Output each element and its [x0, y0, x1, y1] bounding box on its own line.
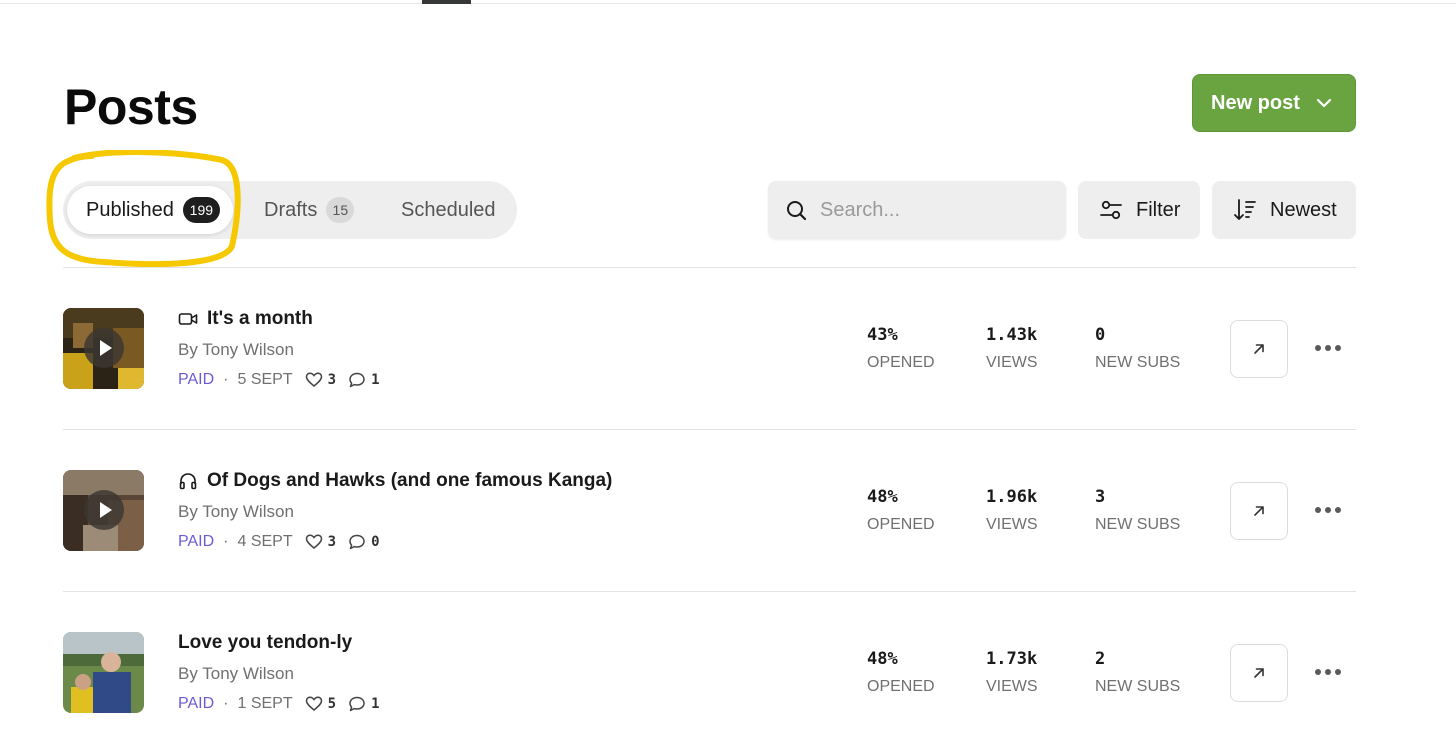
- post-author: By Tony Wilson: [178, 340, 294, 359]
- views-count: 1.73k: [986, 649, 1038, 669]
- likes-count: 3: [327, 534, 337, 550]
- new-subs-count: 2: [1095, 649, 1106, 669]
- count-badge: 15: [326, 197, 355, 223]
- post-thumbnail[interactable]: [63, 470, 144, 551]
- tab-drafts[interactable]: Drafts 15: [264, 181, 355, 239]
- opened-label: OPENED: [867, 516, 935, 533]
- post-row[interactable]: Of Dogs and Hawks (and one famous Kanga)…: [63, 430, 1356, 591]
- thumbnail-image: [63, 632, 144, 713]
- access-label: PAID: [178, 371, 215, 388]
- separator-dot: ·: [223, 695, 229, 712]
- post-row[interactable]: Love you tendon-ly By Tony Wilson PAID ·…: [63, 592, 1356, 743]
- access-label: PAID: [178, 533, 215, 550]
- new-subs-label: NEW SUBS: [1095, 516, 1181, 533]
- opened-label: OPENED: [867, 678, 935, 695]
- post-thumbnail[interactable]: [63, 308, 144, 389]
- likes-count: 5: [327, 696, 337, 712]
- video-icon: [178, 313, 198, 325]
- opened-label: OPENED: [867, 354, 935, 371]
- post-title[interactable]: Of Dogs and Hawks (and one famous Kanga): [178, 470, 612, 492]
- separator-dot: ·: [223, 371, 229, 388]
- tab-label: Scheduled: [401, 198, 496, 221]
- opened-rate: 48%: [867, 649, 898, 669]
- separator-dot: ·: [223, 533, 229, 550]
- views-label: VIEWS: [986, 516, 1038, 533]
- search-box: [768, 181, 1066, 239]
- tab-label: Drafts: [264, 198, 318, 221]
- filter-sliders-icon: [1100, 200, 1122, 220]
- tab-label: Published: [86, 198, 174, 221]
- opened-rate: 43%: [867, 325, 898, 345]
- new-subs-label: NEW SUBS: [1095, 354, 1181, 371]
- search-icon: [787, 201, 807, 221]
- tab-scheduled[interactable]: Scheduled: [401, 181, 496, 239]
- post-meta: PAID · 4 SEPT 3 0: [178, 533, 380, 551]
- heart-icon: [305, 534, 322, 549]
- arrow-up-right-icon: [1254, 668, 1264, 678]
- post-date: 4 SEPT: [237, 533, 293, 550]
- post-meta: PAID · 5 SEPT 3 1: [178, 371, 380, 389]
- sort-label: Newest: [1270, 198, 1337, 221]
- new-post-button[interactable]: New post: [1192, 74, 1356, 132]
- play-icon: [84, 328, 124, 368]
- post-title-text: It's a month: [207, 308, 313, 329]
- filter-label: Filter: [1136, 198, 1181, 221]
- chevron-down-icon: [1316, 98, 1332, 108]
- open-post-button[interactable]: [1230, 320, 1288, 378]
- more-options-button[interactable]: [1313, 662, 1343, 682]
- tab-published[interactable]: Published 199: [67, 186, 233, 234]
- more-options-button[interactable]: [1313, 338, 1343, 358]
- views-label: VIEWS: [986, 678, 1038, 695]
- arrow-up-right-icon: [1254, 506, 1264, 516]
- views-count: 1.96k: [986, 487, 1038, 507]
- search-input[interactable]: [820, 181, 1050, 239]
- arrow-up-right-icon: [1254, 344, 1264, 354]
- active-nav-indicator: [422, 0, 471, 4]
- opened-rate: 48%: [867, 487, 898, 507]
- play-icon: [84, 490, 124, 530]
- likes-count: 3: [327, 372, 337, 388]
- views-label: VIEWS: [986, 354, 1038, 371]
- comment-icon: [349, 534, 365, 550]
- heart-icon: [305, 696, 322, 711]
- open-post-button[interactable]: [1230, 482, 1288, 540]
- post-thumbnail[interactable]: [63, 632, 144, 713]
- access-label: PAID: [178, 695, 215, 712]
- post-title[interactable]: Love you tendon-ly: [178, 632, 352, 654]
- comment-icon: [349, 696, 365, 712]
- post-meta: PAID · 1 SEPT 5 1: [178, 695, 380, 713]
- new-post-label: New post: [1211, 91, 1300, 114]
- count-badge: 199: [182, 197, 220, 223]
- post-author: By Tony Wilson: [178, 502, 294, 521]
- post-date: 5 SEPT: [237, 371, 293, 388]
- heart-icon: [305, 372, 322, 387]
- filter-button[interactable]: Filter: [1078, 181, 1200, 239]
- post-title-text: Of Dogs and Hawks (and one famous Kanga): [207, 470, 613, 491]
- comments-count: 0: [371, 534, 380, 550]
- sort-descending-icon: [1234, 199, 1256, 220]
- post-title[interactable]: It's a month: [178, 308, 313, 330]
- more-options-button[interactable]: [1313, 500, 1343, 520]
- views-count: 1.43k: [986, 325, 1038, 345]
- new-subs-label: NEW SUBS: [1095, 678, 1181, 695]
- comments-count: 1: [371, 696, 380, 712]
- open-post-button[interactable]: [1230, 644, 1288, 702]
- post-author: By Tony Wilson: [178, 664, 294, 683]
- comment-icon: [349, 372, 365, 388]
- top-nav-bar: [0, 0, 1456, 4]
- post-row[interactable]: It's a month By Tony Wilson PAID · 5 SEP…: [63, 268, 1356, 429]
- page-title: Posts: [64, 79, 198, 135]
- post-status-tabs: Published 199 Drafts 15 Scheduled: [63, 181, 517, 239]
- headphones-icon: [179, 473, 197, 490]
- post-date: 1 SEPT: [237, 695, 293, 712]
- new-subs-count: 0: [1095, 325, 1106, 345]
- post-title-text: Love you tendon-ly: [178, 632, 353, 653]
- comments-count: 1: [371, 372, 380, 388]
- new-subs-count: 3: [1095, 487, 1106, 507]
- sort-button[interactable]: Newest: [1212, 181, 1356, 239]
